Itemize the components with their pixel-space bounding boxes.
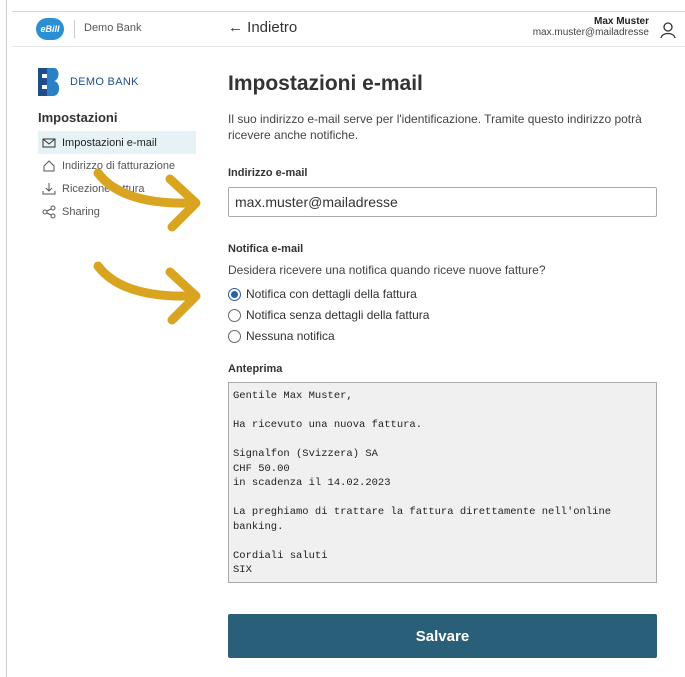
sidebar-item-email-settings[interactable]: Impostazioni e-mail — [38, 131, 196, 154]
top-divider — [74, 20, 75, 38]
sidebar-item-billing-address[interactable]: Indirizzo di fatturazione — [38, 154, 196, 177]
bank-logo-text: DEMO BANK — [70, 76, 139, 88]
sidebar-title: Impostazioni — [38, 110, 118, 125]
email-input[interactable] — [228, 187, 657, 217]
radio-without-details[interactable]: Notifica senza dettagli della fattura — [228, 308, 429, 322]
email-label: Indirizzo e-mail — [228, 167, 308, 179]
user-icon — [660, 22, 676, 39]
radio-button[interactable] — [228, 308, 241, 322]
sidebar-item-label: Sharing — [62, 205, 100, 218]
radio-label: Nessuna notifica — [246, 329, 335, 343]
email-preview: Gentile Max Muster, Ha ricevuto una nuov… — [228, 382, 657, 583]
sidebar-item-label: Impostazioni e-mail — [62, 136, 157, 149]
envelope-icon — [42, 138, 56, 147]
notification-question: Desidera ricevere una notifica quando ri… — [228, 263, 546, 277]
sidebar-item-label: Ricezione fattura — [62, 182, 145, 195]
radio-label: Notifica senza dettagli della fattura — [246, 308, 430, 322]
intro-text: Il suo indirizzo e-mail serve per l'iden… — [228, 112, 642, 142]
share-icon — [42, 205, 56, 218]
demo-bank-logo: DEMO BANK — [38, 68, 139, 96]
bank-name: Demo Bank — [84, 22, 142, 34]
back-link[interactable]: ← Indietro — [228, 19, 297, 36]
ebill-logo: eBill — [36, 18, 64, 40]
download-icon — [42, 182, 56, 194]
sidebar-item-sharing[interactable]: Sharing — [38, 200, 196, 223]
preview-label: Anteprima — [228, 363, 283, 375]
top-bar: eBill Demo Bank ← Indietro Max Muster ma… — [12, 11, 685, 47]
radio-with-details[interactable]: Notifica con dettagli della fattura — [228, 287, 417, 301]
radio-label: Notifica con dettagli della fattura — [246, 287, 417, 301]
home-icon — [43, 159, 55, 171]
sidebar-item-label: Indirizzo di fatturazione — [62, 159, 176, 172]
radio-button-checked[interactable] — [228, 287, 241, 301]
sidebar-menu: Impostazioni e-mail Indirizzo di fattura… — [38, 131, 196, 223]
user-email: max.muster@mailadresse — [532, 27, 649, 38]
radio-no-notification[interactable]: Nessuna notifica — [228, 329, 335, 343]
page-title: Impostazioni e-mail — [228, 72, 423, 95]
radio-button[interactable] — [228, 329, 241, 343]
save-button[interactable]: Salvare — [228, 614, 657, 658]
user-name: Max Muster — [593, 16, 649, 27]
bank-logo-icon — [38, 68, 60, 96]
user-menu[interactable]: Max Muster max.muster@mailadresse — [532, 16, 676, 39]
notification-label: Notifica e-mail — [228, 243, 304, 255]
sidebar-item-invoice-reception[interactable]: Ricezione fattura — [38, 177, 196, 200]
